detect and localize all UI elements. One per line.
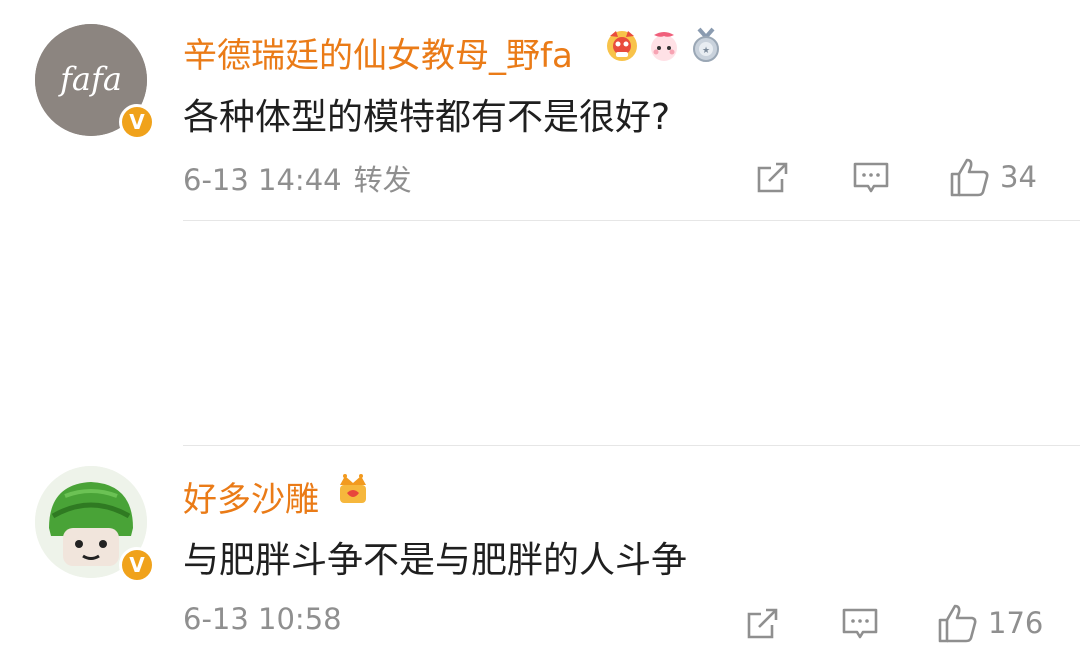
verified-badge-icon: V [119, 104, 155, 140]
share-button[interactable] [752, 158, 792, 202]
comment-item: fafa V 辛德瑞廷的仙女教母_野fa ★ 各种体型的模特都有不是很好? 6-… [0, 0, 1080, 222]
share-icon [757, 162, 788, 193]
repost-link[interactable]: 转发 [354, 163, 412, 197]
comment-icon [853, 162, 889, 193]
comment-text: 各种体型的模特都有不是很好? [183, 97, 671, 138]
comment-text: 与肥胖斗争不是与肥胖的人斗争 [183, 540, 688, 581]
share-button[interactable] [742, 604, 782, 648]
like-button[interactable]: 34 [948, 155, 1037, 199]
username[interactable]: 辛德瑞廷的仙女教母_野fa [183, 28, 573, 77]
thumbs-up-icon [938, 604, 977, 643]
comment-meta: 6-13 14:44 转发 [183, 157, 412, 199]
timestamp: 6-13 10:58 [183, 602, 342, 636]
divider [183, 220, 1080, 221]
thumbs-up-icon [950, 158, 989, 197]
bunny-medal-icon[interactable] [646, 27, 682, 63]
like-button[interactable]: 176 [936, 601, 1043, 645]
share-icon [747, 608, 778, 639]
like-count: 34 [1000, 160, 1037, 194]
medal-list [335, 471, 371, 507]
comment-meta: 6-13 10:58 [183, 602, 342, 636]
divider [183, 445, 1080, 446]
silver-medal-icon[interactable]: ★ [688, 27, 724, 63]
medal-list: ★ [604, 27, 724, 63]
comment-item: V 好多沙雕 与肥胖斗争不是与肥胖的人斗争 6-13 10:58 176 [0, 222, 1080, 643]
like-count: 176 [988, 606, 1044, 640]
comment-button[interactable] [840, 604, 880, 648]
username[interactable]: 好多沙雕 [183, 472, 319, 521]
comment-icon [842, 608, 878, 639]
verified-badge-icon: V [119, 547, 155, 583]
lion-dance-medal-icon[interactable] [604, 27, 640, 63]
svg-text:★: ★ [702, 46, 710, 56]
crown-medal-icon[interactable] [335, 471, 371, 507]
avatar-text: fafa [58, 60, 122, 98]
comment-button[interactable] [851, 158, 891, 202]
timestamp: 6-13 14:44 [183, 163, 342, 197]
